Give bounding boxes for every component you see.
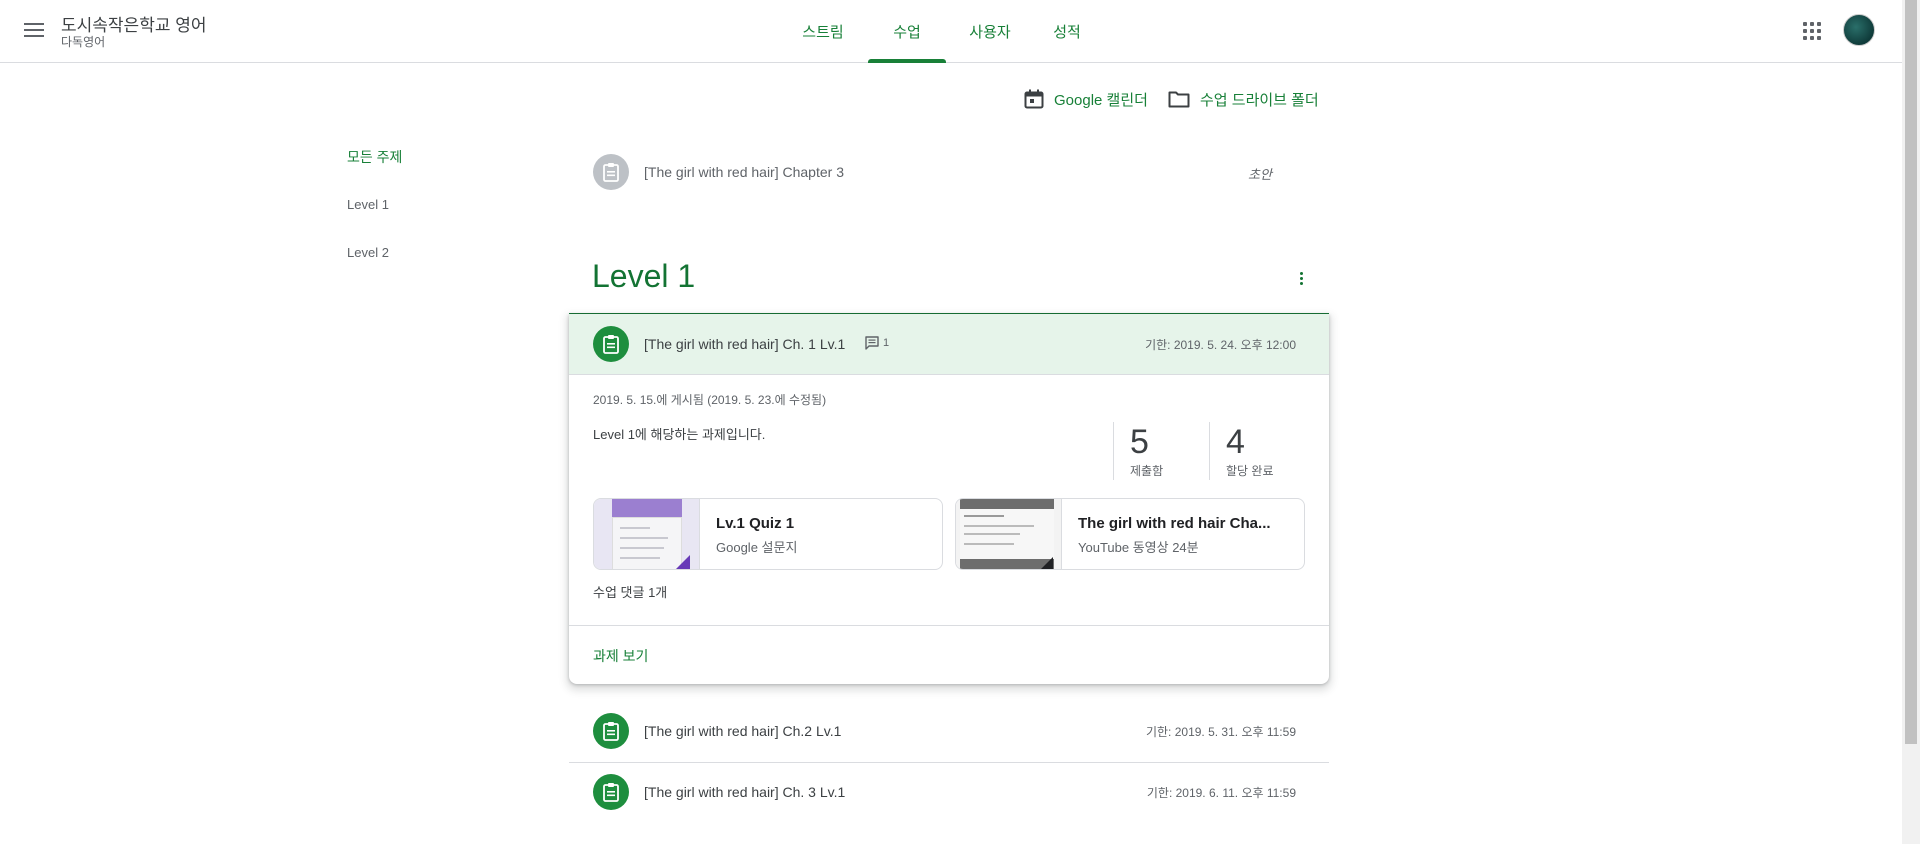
draft-status-label: 초안 — [1248, 167, 1272, 182]
assignment-row[interactable]: [The girl with red hair] Ch.2 Lv.1 기한: 2… — [569, 701, 1329, 761]
assignment-icon — [593, 154, 629, 190]
form-thumbnail — [594, 499, 700, 569]
assignment-title: [The girl with red hair] Ch. 3 Lv.1 — [644, 784, 846, 800]
assigned-label: 할당 완료 — [1226, 464, 1274, 478]
calendar-link-label: Google 캘린더 — [1054, 91, 1148, 109]
calendar-icon — [1024, 89, 1044, 109]
assignment-description: Level 1에 해당하는 과제입니다. — [593, 427, 766, 442]
folder-icon — [1168, 91, 1190, 108]
attachment-title: Lv.1 Quiz 1 — [716, 515, 795, 532]
draft-assignment-title: [The girl with red hair] Chapter 3 — [644, 164, 844, 180]
google-calendar-link[interactable]: Google 캘린더 — [1024, 88, 1148, 110]
turned-in-label: 제출함 — [1130, 464, 1164, 478]
tab-stream[interactable]: 스트림 — [800, 0, 846, 63]
attachment-google-form[interactable]: Lv.1 Quiz 1 Google 설문지 — [593, 498, 943, 570]
turned-in-stat[interactable]: 5 제출함 — [1113, 422, 1209, 480]
assignment-icon — [593, 326, 629, 362]
posted-date: 2019. 5. 15.에 게시됨 (2019. 5. 23.에 수정됨) — [593, 393, 827, 407]
attachment-type: Google 설문지 — [716, 540, 798, 555]
divider — [569, 625, 1329, 626]
assigned-count: 4 — [1226, 423, 1245, 461]
draft-assignment-row[interactable]: [The girl with red hair] Chapter 3 — [569, 148, 1329, 196]
account-avatar[interactable] — [1843, 14, 1875, 46]
turned-in-count: 5 — [1130, 423, 1149, 461]
tab-grades[interactable]: 성적 — [1050, 0, 1084, 63]
class-drive-folder-link[interactable]: 수업 드라이브 폴더 — [1168, 88, 1319, 110]
assignment-due: 기한: 2019. 5. 31. 오후 11:59 — [1145, 725, 1296, 739]
expanded-assignment-card: [The girl with red hair] Ch. 1 Lv.1 1 기한… — [569, 314, 1329, 684]
expanded-assignment-due: 기한: 2019. 5. 24. 오후 12:00 — [1145, 338, 1296, 352]
assignment-title: [The girl with red hair] Ch.2 Lv.1 — [644, 723, 842, 739]
assignment-due: 기한: 2019. 6. 11. 오후 11:59 — [1146, 786, 1296, 800]
top-app-bar: 도시속작은학교 영어 다독영어 스트림 수업 사용자 성적 — [0, 0, 1902, 63]
main-menu-button[interactable] — [18, 14, 50, 46]
attachment-title: The girl with red hair Cha... — [1078, 515, 1271, 532]
class-comments-link[interactable]: 수업 댓글 1개 — [593, 582, 667, 601]
topic-level-2[interactable]: Level 2 — [347, 245, 389, 260]
topic-more-options-button[interactable] — [1289, 266, 1313, 290]
video-thumbnail — [956, 499, 1062, 569]
comment-count: 1 — [883, 337, 890, 349]
attachment-youtube-video[interactable]: The girl with red hair Cha... YouTube 동영… — [955, 498, 1305, 570]
comment-icon — [865, 336, 879, 350]
more-vert-icon — [1299, 271, 1303, 275]
page-scrollbar[interactable] — [1902, 0, 1920, 844]
comment-indicator: 1 — [865, 336, 889, 350]
expanded-assignment-title: [The girl with red hair] Ch. 1 Lv.1 — [644, 336, 846, 352]
assignment-icon — [593, 713, 629, 749]
apps-grid-icon — [1803, 22, 1807, 26]
assignment-icon — [593, 774, 629, 810]
scrollbar-thumb[interactable] — [1905, 0, 1917, 744]
attachment-type: YouTube 동영상 24분 — [1078, 540, 1199, 555]
assignment-row[interactable]: [The girl with red hair] Ch. 3 Lv.1 기한: … — [569, 762, 1329, 822]
course-subtitle: 다독영어 — [61, 35, 106, 49]
topic-level-1[interactable]: Level 1 — [347, 197, 389, 212]
expanded-assignment-header[interactable]: [The girl with red hair] Ch. 1 Lv.1 1 기한… — [569, 314, 1329, 374]
divider — [569, 374, 1329, 375]
tab-people[interactable]: 사용자 — [966, 0, 1014, 63]
topic-heading: Level 1 — [592, 258, 696, 294]
tab-classwork[interactable]: 수업 — [868, 0, 946, 63]
view-assignment-button[interactable]: 과제 보기 — [593, 646, 648, 666]
drive-folder-link-label: 수업 드라이브 폴더 — [1200, 91, 1319, 109]
google-apps-button[interactable] — [1798, 17, 1826, 45]
hamburger-menu-icon — [24, 23, 44, 37]
assigned-stat[interactable]: 4 할당 완료 — [1209, 422, 1309, 480]
topic-all[interactable]: 모든 주제 — [347, 147, 402, 167]
